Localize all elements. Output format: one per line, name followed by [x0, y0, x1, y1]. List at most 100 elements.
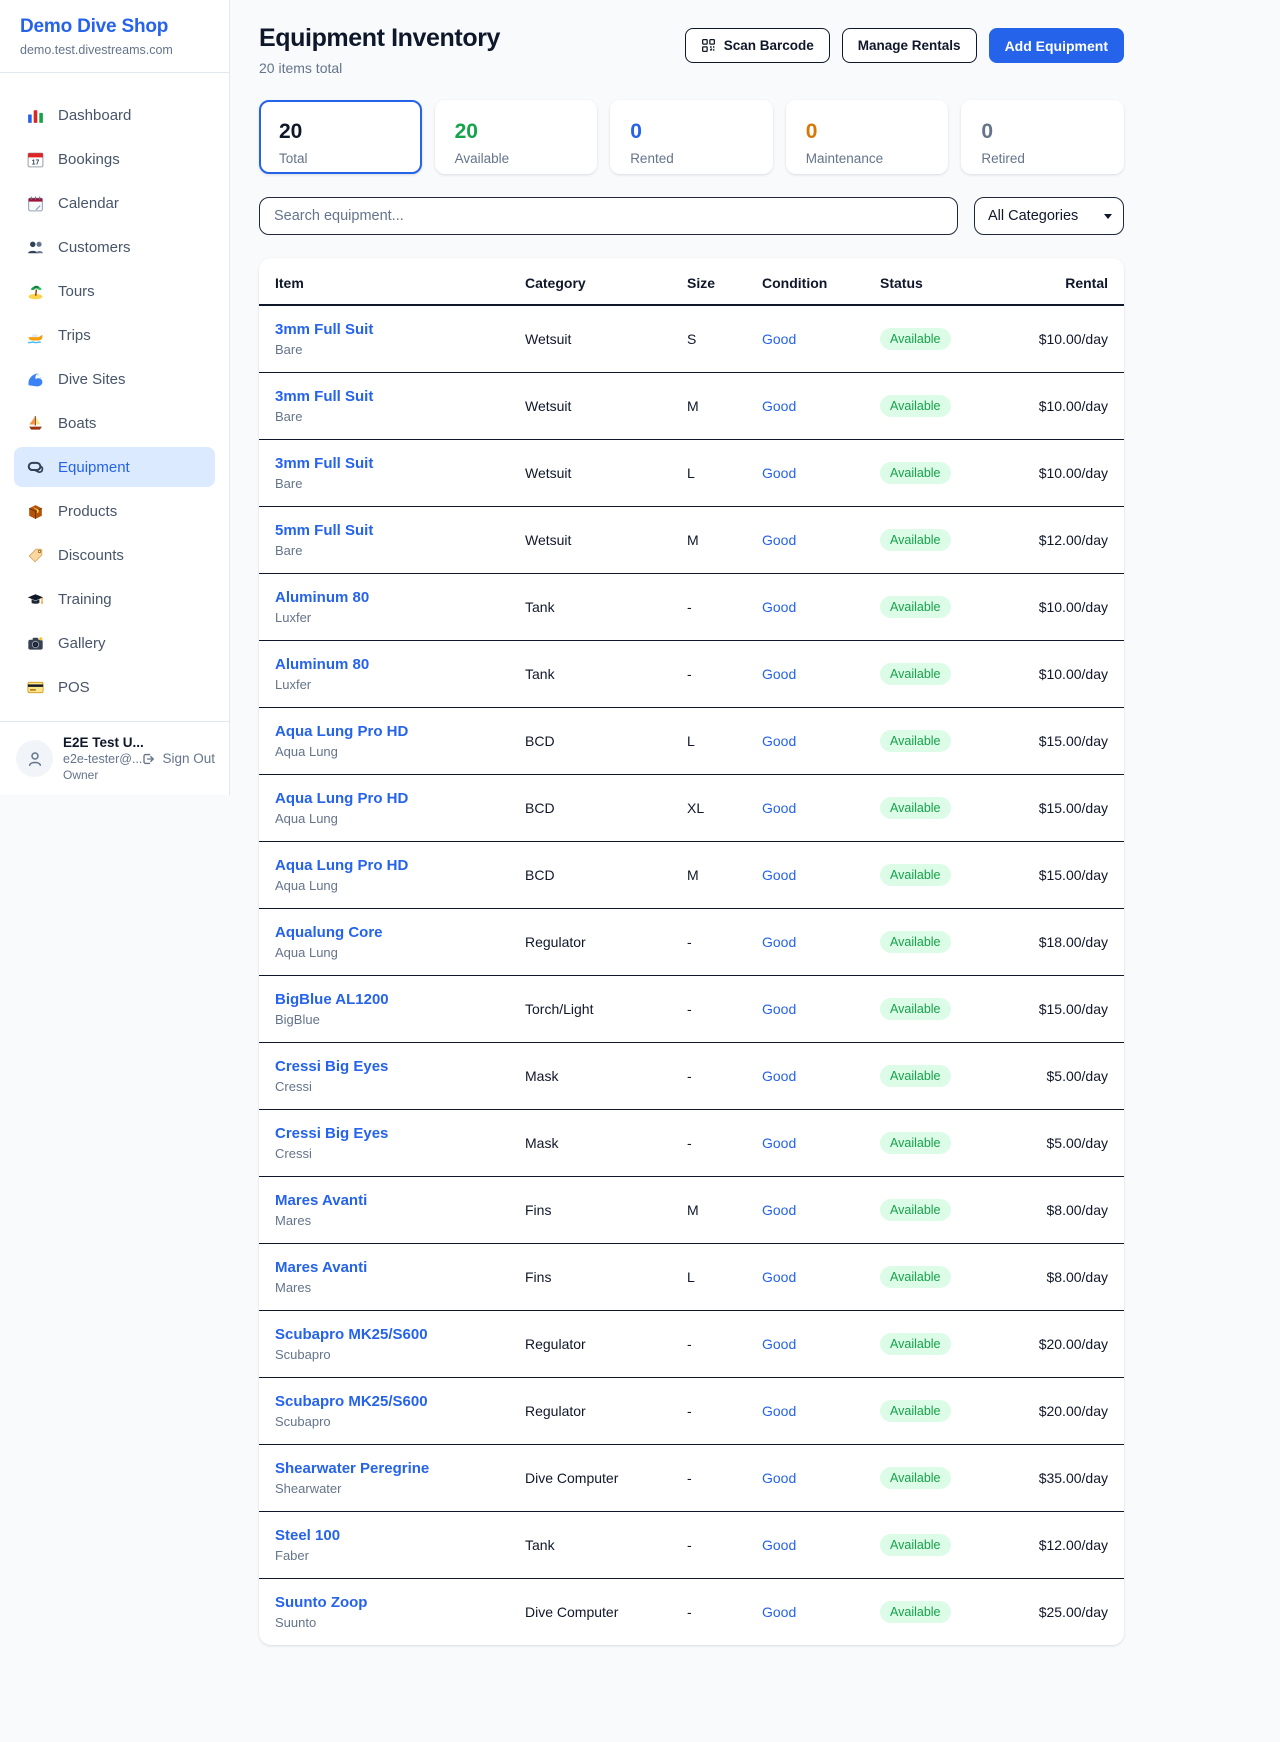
condition-link[interactable]: Good: [762, 1269, 796, 1285]
item-link[interactable]: Scubapro MK25/S600: [275, 1326, 428, 1343]
item-link[interactable]: Steel 100: [275, 1527, 340, 1544]
equipment-table-card: Item Category Size Condition Status Rent…: [259, 258, 1124, 1645]
condition-link[interactable]: Good: [762, 331, 796, 347]
condition-link[interactable]: Good: [762, 532, 796, 548]
item-link[interactable]: Aluminum 80: [275, 589, 369, 606]
item-link[interactable]: 3mm Full Suit: [275, 388, 373, 405]
sidebar-item-pos[interactable]: POS: [14, 667, 215, 707]
condition-link[interactable]: Good: [762, 733, 796, 749]
sidebar-item-label: Bookings: [58, 151, 120, 167]
condition-link[interactable]: Good: [762, 1135, 796, 1151]
item-link[interactable]: Mares Avanti: [275, 1192, 367, 1209]
sidebar: Demo Dive Shop demo.test.divestreams.com…: [0, 0, 230, 795]
sidebar-item-label: Customers: [58, 239, 131, 255]
item-link[interactable]: Aqualung Core: [275, 924, 383, 941]
item-brand: Luxfer: [275, 610, 525, 625]
sidebar-item-equipment[interactable]: Equipment: [14, 447, 215, 487]
condition-link[interactable]: Good: [762, 800, 796, 816]
item-link[interactable]: Aqua Lung Pro HD: [275, 790, 408, 807]
sidebar-item-label: Products: [58, 503, 117, 519]
user-block: E2E Test U... e2e-tester@... Owner Sign …: [0, 721, 229, 796]
item-category: Mask: [525, 1043, 687, 1110]
item-link[interactable]: Cressi Big Eyes: [275, 1058, 388, 1075]
condition-link[interactable]: Good: [762, 599, 796, 615]
condition-link[interactable]: Good: [762, 934, 796, 950]
item-link[interactable]: Shearwater Peregrine: [275, 1460, 429, 1477]
item-brand: Mares: [275, 1213, 525, 1228]
condition-link[interactable]: Good: [762, 666, 796, 682]
sidebar-item-dive-sites[interactable]: Dive Sites: [14, 359, 215, 399]
item-link[interactable]: Cressi Big Eyes: [275, 1125, 388, 1142]
table-row: BigBlue AL1200BigBlueTorch/Light-GoodAva…: [259, 976, 1124, 1043]
item-link[interactable]: BigBlue AL1200: [275, 991, 389, 1008]
sidebar-nav: Dashboard17BookingsCalendar Customers Tour…: [0, 73, 229, 721]
status-badge: Available: [880, 1132, 951, 1154]
item-category: Mask: [525, 1110, 687, 1177]
sidebar-item-label: Tours: [58, 283, 95, 299]
item-link[interactable]: Suunto Zoop: [275, 1594, 367, 1611]
item-size: L: [687, 440, 762, 507]
status-badge: Available: [880, 797, 951, 819]
condition-link[interactable]: Good: [762, 465, 796, 481]
condition-link[interactable]: Good: [762, 1068, 796, 1084]
sidebar-item-dashboard[interactable]: Dashboard: [14, 95, 215, 135]
stat-card-total[interactable]: 20Total: [259, 100, 422, 174]
item-link[interactable]: Aluminum 80: [275, 656, 369, 673]
status-badge: Available: [880, 998, 951, 1020]
item-link[interactable]: Scubapro MK25/S600: [275, 1393, 428, 1410]
table-row: Scubapro MK25/S600ScubaproRegulator-Good…: [259, 1311, 1124, 1378]
condition-link[interactable]: Good: [762, 1202, 796, 1218]
table-row: Suunto ZoopSuuntoDive Computer-GoodAvail…: [259, 1579, 1124, 1646]
stat-card-maintenance[interactable]: 0Maintenance: [786, 100, 949, 174]
status-badge: Available: [880, 529, 951, 551]
item-brand: Bare: [275, 476, 525, 491]
main-content: Equipment Inventory 20 items total Scan …: [230, 0, 1124, 1682]
status-badge: Available: [880, 730, 951, 752]
item-link[interactable]: 5mm Full Suit: [275, 522, 373, 539]
stat-card-available[interactable]: 20Available: [435, 100, 598, 174]
condition-link[interactable]: Good: [762, 1001, 796, 1017]
stat-card-rented[interactable]: 0Rented: [610, 100, 773, 174]
manage-rentals-button[interactable]: Manage Rentals: [842, 28, 977, 63]
condition-link[interactable]: Good: [762, 867, 796, 883]
sidebar-item-tours[interactable]: Tours: [14, 271, 215, 311]
manage-rentals-label: Manage Rentals: [858, 38, 961, 53]
brand-block: Demo Dive Shop demo.test.divestreams.com: [0, 0, 229, 73]
sidebar-item-calendar[interactable]: Calendar: [14, 183, 215, 223]
search-input[interactable]: [259, 197, 958, 235]
sidebar-item-trips[interactable]: Trips: [14, 315, 215, 355]
category-select[interactable]: All Categories: [974, 197, 1124, 235]
item-link[interactable]: 3mm Full Suit: [275, 321, 373, 338]
sidebar-item-bookings[interactable]: 17Bookings: [14, 139, 215, 179]
scan-barcode-button[interactable]: Scan Barcode: [685, 28, 830, 63]
customers-icon: [26, 238, 45, 257]
sidebar-item-training[interactable]: Training: [14, 579, 215, 619]
item-link[interactable]: 3mm Full Suit: [275, 455, 373, 472]
condition-link[interactable]: Good: [762, 1470, 796, 1486]
table-row: Aluminum 80LuxferTank-GoodAvailable$10.0…: [259, 574, 1124, 641]
sidebar-item-products[interactable]: Products: [14, 491, 215, 531]
item-link[interactable]: Aqua Lung Pro HD: [275, 857, 408, 874]
item-link[interactable]: Aqua Lung Pro HD: [275, 723, 408, 740]
item-rental: $5.00/day: [1020, 1110, 1124, 1177]
person-icon: [25, 749, 45, 769]
pos-icon: [26, 678, 45, 697]
condition-link[interactable]: Good: [762, 1604, 796, 1620]
condition-link[interactable]: Good: [762, 1537, 796, 1553]
condition-link[interactable]: Good: [762, 1336, 796, 1352]
column-header-condition: Condition: [762, 258, 880, 305]
condition-link[interactable]: Good: [762, 398, 796, 414]
sign-out-button[interactable]: Sign Out: [140, 751, 215, 767]
item-brand: Aqua Lung: [275, 811, 525, 826]
stat-label: Available: [455, 151, 578, 166]
status-badge: Available: [880, 1467, 951, 1489]
sidebar-item-customers[interactable]: Customers: [14, 227, 215, 267]
add-equipment-button[interactable]: Add Equipment: [989, 28, 1124, 63]
stat-card-retired[interactable]: 0Retired: [961, 100, 1124, 174]
sidebar-item-discounts[interactable]: Discounts: [14, 535, 215, 575]
brand-title[interactable]: Demo Dive Shop: [20, 16, 209, 38]
item-link[interactable]: Mares Avanti: [275, 1259, 367, 1276]
sidebar-item-boats[interactable]: Boats: [14, 403, 215, 443]
sidebar-item-gallery[interactable]: Gallery: [14, 623, 215, 663]
condition-link[interactable]: Good: [762, 1403, 796, 1419]
